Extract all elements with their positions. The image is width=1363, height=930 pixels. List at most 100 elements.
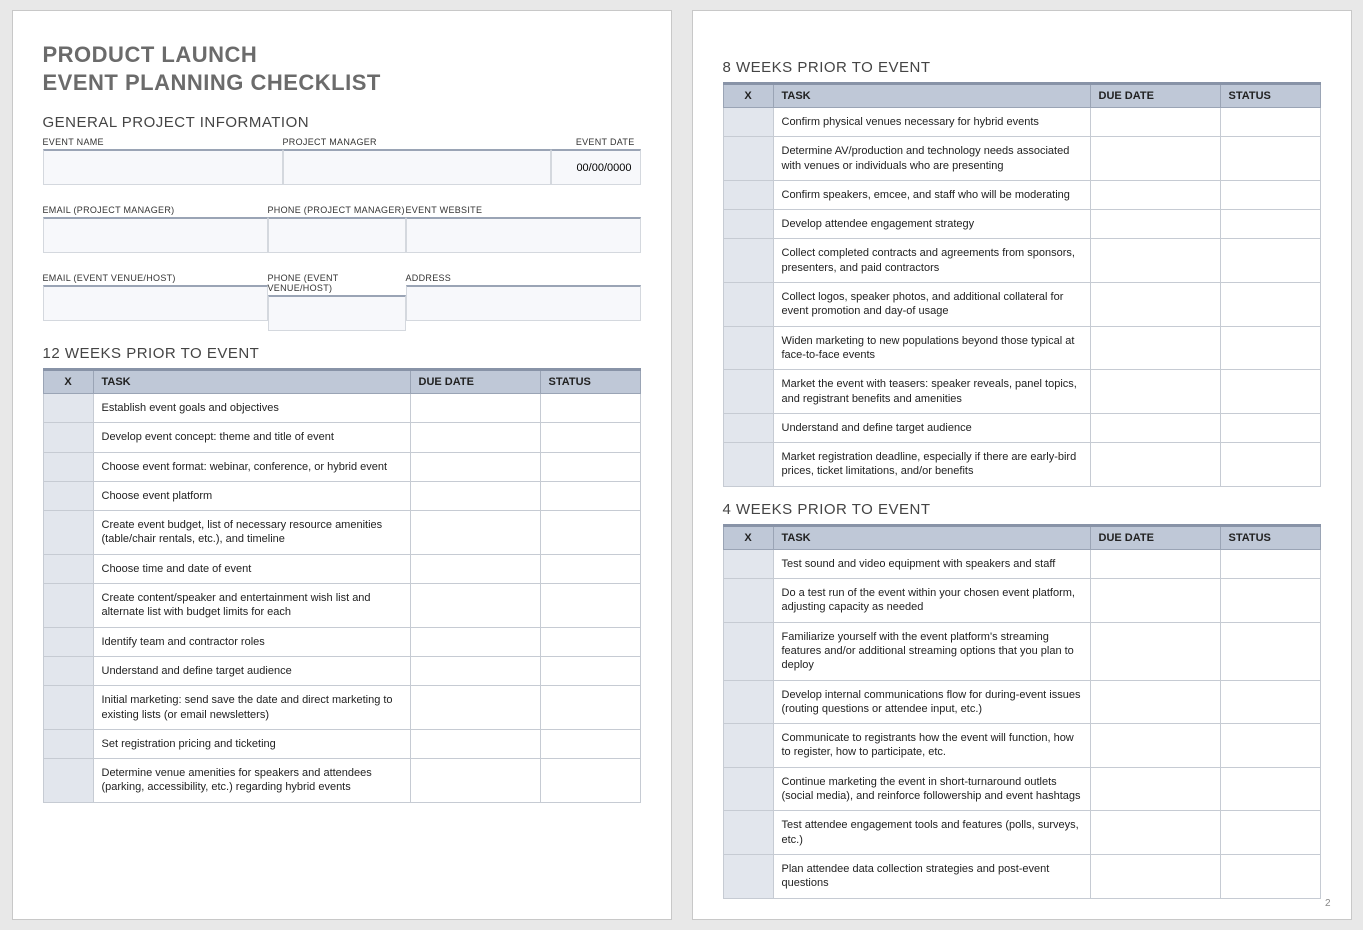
status-cell[interactable] [1220,283,1320,327]
checkbox-cell[interactable] [723,443,773,487]
event-date-input[interactable]: 00/00/0000 [551,149,641,185]
checkbox-cell[interactable] [43,423,93,452]
status-cell[interactable] [1220,724,1320,768]
due-date-cell[interactable] [410,423,540,452]
checkbox-cell[interactable] [723,180,773,209]
due-date-cell[interactable] [410,686,540,730]
status-cell[interactable] [540,759,640,803]
status-cell[interactable] [540,627,640,656]
checkbox-cell[interactable] [723,724,773,768]
due-date-cell[interactable] [1090,811,1220,855]
due-date-cell[interactable] [410,481,540,510]
due-date-cell[interactable] [410,511,540,555]
due-date-cell[interactable] [1090,137,1220,181]
status-cell[interactable] [1220,413,1320,442]
status-cell[interactable] [1220,239,1320,283]
checkbox-cell[interactable] [43,511,93,555]
status-cell[interactable] [540,656,640,685]
status-cell[interactable] [540,452,640,481]
due-date-cell[interactable] [410,627,540,656]
due-date-cell[interactable] [1090,283,1220,327]
status-cell[interactable] [1220,579,1320,623]
due-date-cell[interactable] [1090,370,1220,414]
address-input[interactable] [406,285,641,321]
status-cell[interactable] [1220,680,1320,724]
due-date-cell[interactable] [1090,854,1220,898]
status-cell[interactable] [1220,854,1320,898]
status-cell[interactable] [540,686,640,730]
checkbox-cell[interactable] [43,686,93,730]
checkbox-cell[interactable] [723,108,773,137]
status-cell[interactable] [540,584,640,628]
checkbox-cell[interactable] [43,627,93,656]
checkbox-cell[interactable] [43,759,93,803]
status-cell[interactable] [1220,210,1320,239]
status-cell[interactable] [540,394,640,423]
due-date-cell[interactable] [1090,413,1220,442]
due-date-cell[interactable] [1090,108,1220,137]
checkbox-cell[interactable] [43,481,93,510]
checkbox-cell[interactable] [723,854,773,898]
table-row: Set registration pricing and ticketing [43,729,640,758]
checkbox-cell[interactable] [723,283,773,327]
checkbox-cell[interactable] [723,210,773,239]
due-date-cell[interactable] [1090,443,1220,487]
status-cell[interactable] [1220,443,1320,487]
checkbox-cell[interactable] [43,394,93,423]
checkbox-cell[interactable] [43,584,93,628]
status-cell[interactable] [1220,108,1320,137]
checkbox-cell[interactable] [723,370,773,414]
event-website-input[interactable] [406,217,641,253]
due-date-cell[interactable] [410,729,540,758]
status-cell[interactable] [1220,811,1320,855]
status-cell[interactable] [1220,622,1320,680]
due-date-cell[interactable] [410,584,540,628]
status-cell[interactable] [1220,326,1320,370]
checkbox-cell[interactable] [43,452,93,481]
status-cell[interactable] [540,729,640,758]
status-cell[interactable] [1220,767,1320,811]
due-date-cell[interactable] [1090,549,1220,578]
status-cell[interactable] [540,554,640,583]
status-cell[interactable] [540,423,640,452]
status-cell[interactable] [540,481,640,510]
phone-venue-input[interactable] [268,295,406,331]
due-date-cell[interactable] [410,759,540,803]
email-pm-input[interactable] [43,217,268,253]
checkbox-cell[interactable] [723,811,773,855]
checkbox-cell[interactable] [43,729,93,758]
due-date-cell[interactable] [1090,210,1220,239]
due-date-cell[interactable] [1090,622,1220,680]
due-date-cell[interactable] [1090,239,1220,283]
due-date-cell[interactable] [410,452,540,481]
checkbox-cell[interactable] [723,239,773,283]
due-date-cell[interactable] [1090,767,1220,811]
due-date-cell[interactable] [1090,724,1220,768]
project-manager-input[interactable] [283,149,551,185]
checkbox-cell[interactable] [723,413,773,442]
checkbox-cell[interactable] [43,656,93,685]
due-date-cell[interactable] [1090,680,1220,724]
due-date-cell[interactable] [410,656,540,685]
phone-pm-input[interactable] [268,217,406,253]
email-venue-input[interactable] [43,285,268,321]
checkbox-cell[interactable] [43,554,93,583]
checkbox-cell[interactable] [723,680,773,724]
due-date-cell[interactable] [410,394,540,423]
due-date-cell[interactable] [410,554,540,583]
checkbox-cell[interactable] [723,622,773,680]
status-cell[interactable] [540,511,640,555]
status-cell[interactable] [1220,370,1320,414]
event-name-input[interactable] [43,149,283,185]
due-date-cell[interactable] [1090,326,1220,370]
status-cell[interactable] [1220,549,1320,578]
due-date-cell[interactable] [1090,180,1220,209]
checkbox-cell[interactable] [723,579,773,623]
status-cell[interactable] [1220,137,1320,181]
checkbox-cell[interactable] [723,137,773,181]
checkbox-cell[interactable] [723,326,773,370]
due-date-cell[interactable] [1090,579,1220,623]
status-cell[interactable] [1220,180,1320,209]
checkbox-cell[interactable] [723,549,773,578]
checkbox-cell[interactable] [723,767,773,811]
